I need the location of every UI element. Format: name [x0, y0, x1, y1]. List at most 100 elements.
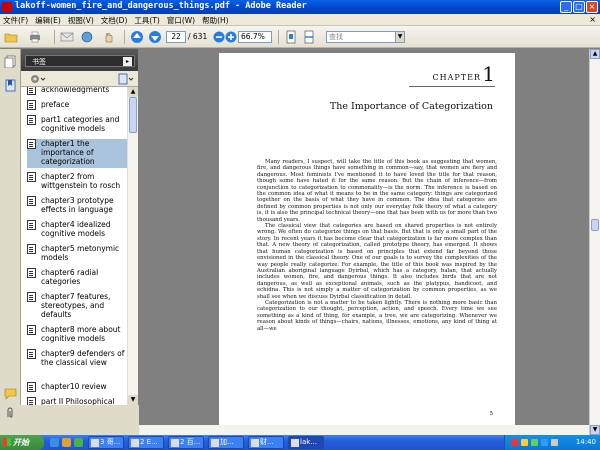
paragraph: Categorization is not a matter to be tak… [257, 299, 497, 332]
next-page-button[interactable] [148, 30, 162, 44]
bookmarks-tab[interactable]: 书签 ▸ [25, 55, 135, 67]
document-viewport[interactable]: CHAPTER 1 The Importance of Categorizati… [139, 49, 589, 435]
previous-page-button[interactable] [130, 30, 144, 44]
bookmark-item[interactable]: part1 categories and cognitive models [27, 115, 127, 135]
pages-panel-button[interactable] [4, 55, 17, 69]
bookmark-item[interactable]: chapter5 metonymic models [27, 244, 127, 264]
menu-view[interactable]: 视图(V) [65, 14, 98, 26]
fit-page-button[interactable] [284, 30, 298, 44]
taskbar-task-button[interactable]: lak... [288, 436, 324, 449]
bookmark-item[interactable]: chapter2 from wittgenstein to rosch [27, 172, 127, 192]
menu-tools[interactable]: 工具(T) [131, 14, 163, 26]
scroll-thumb[interactable] [591, 219, 599, 231]
bookmark-item[interactable]: chapter3 prototype effects in language [27, 196, 127, 216]
bookmark-item[interactable]: chapter9 defenders of the classical view [27, 349, 127, 378]
taskbar-task-button[interactable]: 2 百... [168, 436, 204, 449]
body-text: Many readers, I suspect, will take the t… [257, 159, 497, 332]
bookmark-item[interactable]: chapter8 more about cognitive models [27, 325, 127, 345]
search-dropdown-icon[interactable]: ▼ [396, 31, 405, 43]
comments-panel-button[interactable] [4, 387, 17, 400]
bookmark-page-icon [27, 268, 36, 278]
new-bookmark-icon[interactable] [117, 73, 135, 85]
page-number-input[interactable]: 22 [166, 31, 186, 43]
zoom-in-button[interactable] [224, 30, 238, 44]
bookmark-page-icon [27, 382, 36, 392]
email-button[interactable] [60, 30, 74, 44]
task-label: 2 E... [140, 438, 158, 446]
bookmark-label: acknowledgments [41, 87, 110, 94]
fit-width-button[interactable] [302, 30, 316, 44]
maximize-button[interactable]: □ [573, 1, 585, 13]
taskbar-task-button[interactable]: 3 哥... [88, 436, 124, 449]
tray-icon[interactable] [511, 439, 518, 446]
scroll-thumb[interactable] [129, 97, 137, 133]
system-tray: 14:40 [504, 435, 600, 450]
bookmark-label: chapter5 metonymic models [41, 244, 120, 262]
bookmark-scrollbar[interactable]: ▲ ▼ [127, 87, 138, 405]
bookmark-page-icon [27, 100, 36, 110]
tray-icon[interactable] [531, 439, 538, 446]
window-title: lakoff-women_fire_and_dangerous_things.p… [15, 1, 307, 11]
menu-document[interactable]: 文档(D) [98, 14, 132, 26]
task-app-icon [171, 439, 179, 447]
bookmark-item[interactable]: chapter10 review [27, 382, 127, 393]
task-label: lak... [300, 438, 317, 446]
open-button[interactable] [4, 30, 18, 44]
scroll-down-icon[interactable]: ▼ [128, 395, 138, 405]
select-tool-button[interactable] [102, 30, 116, 44]
folder-quicklaunch-icon[interactable] [62, 438, 71, 447]
task-app-icon [131, 439, 139, 447]
task-app-icon [291, 439, 299, 447]
tray-icon[interactable] [551, 439, 558, 446]
bookmark-label: chapter2 from wittgenstein to rosch [41, 172, 121, 190]
zoom-level-input[interactable]: 66.7% [238, 31, 272, 43]
bookmark-list: acknowledgments preface part1 categories a… [21, 87, 127, 405]
document-scrollbar[interactable]: ▲ ▼ [589, 49, 600, 435]
media-quicklaunch-icon[interactable] [74, 438, 83, 447]
tray-icon[interactable] [541, 439, 548, 446]
paragraph: Many readers, I suspect, will take the t… [257, 159, 497, 223]
bookmark-item[interactable]: chapter1 the importance of categorizatio… [27, 139, 127, 168]
bookmark-item[interactable]: part II Philosophical Implications [27, 397, 127, 405]
scroll-up-icon[interactable]: ▲ [128, 87, 138, 97]
bookmark-item[interactable]: chapter4 idealized cognitive models [27, 220, 127, 240]
chapter-number: 1 [482, 62, 495, 86]
bookmark-icon [5, 79, 16, 92]
bookmark-item[interactable]: preface [27, 100, 127, 111]
menu-file[interactable]: 文件(F) [0, 14, 32, 26]
search-input[interactable]: 查找 [326, 31, 396, 43]
panel-options-icon[interactable]: ▸ [123, 57, 132, 66]
hand-icon [105, 32, 113, 43]
horizontal-scrollbar[interactable] [139, 425, 589, 435]
taskbar-task-button[interactable]: 加... [208, 436, 244, 449]
menu-close-icon[interactable]: × [589, 15, 596, 24]
bookmark-panel: 书签 ▸ acknowledgments preface part1 categor… [21, 49, 138, 405]
taskbar-task-button[interactable]: 2 E... [128, 436, 164, 449]
bookmark-page-icon [27, 349, 36, 359]
close-button[interactable]: × [586, 1, 598, 13]
globe-icon [81, 31, 93, 43]
tray-icon[interactable] [521, 439, 528, 446]
menu-help[interactable]: 帮助(H) [199, 14, 233, 26]
bookmark-page-icon [27, 115, 36, 125]
minimize-button[interactable]: _ [560, 1, 572, 13]
bookmark-item[interactable]: chapter6 radial categories [27, 268, 127, 288]
panel-tools [21, 71, 138, 87]
print-button[interactable] [28, 30, 42, 44]
ie-quicklaunch-icon[interactable] [50, 438, 59, 447]
start-button[interactable]: 开始 [0, 435, 44, 450]
attach-button[interactable] [80, 30, 94, 44]
menu-edit[interactable]: 编辑(E) [32, 14, 65, 26]
scroll-down-icon[interactable]: ▼ [590, 425, 600, 435]
bookmark-item[interactable]: acknowledgments [27, 87, 127, 96]
scroll-up-icon[interactable]: ▲ [590, 49, 600, 59]
chapter-rule [409, 86, 495, 87]
bookmarks-panel-button[interactable] [4, 79, 17, 92]
taskbar-task-button[interactable]: 财... [248, 436, 284, 449]
bookmark-label: chapter4 idealized cognitive models [41, 220, 111, 238]
attachment-icon[interactable] [4, 407, 17, 420]
gear-options-icon[interactable] [29, 73, 47, 85]
bookmark-item[interactable]: chapter7 features, stereotypes, and defa… [27, 292, 127, 321]
menu-window[interactable]: 窗口(W) [164, 14, 199, 26]
bookmark-page-icon [27, 87, 36, 95]
